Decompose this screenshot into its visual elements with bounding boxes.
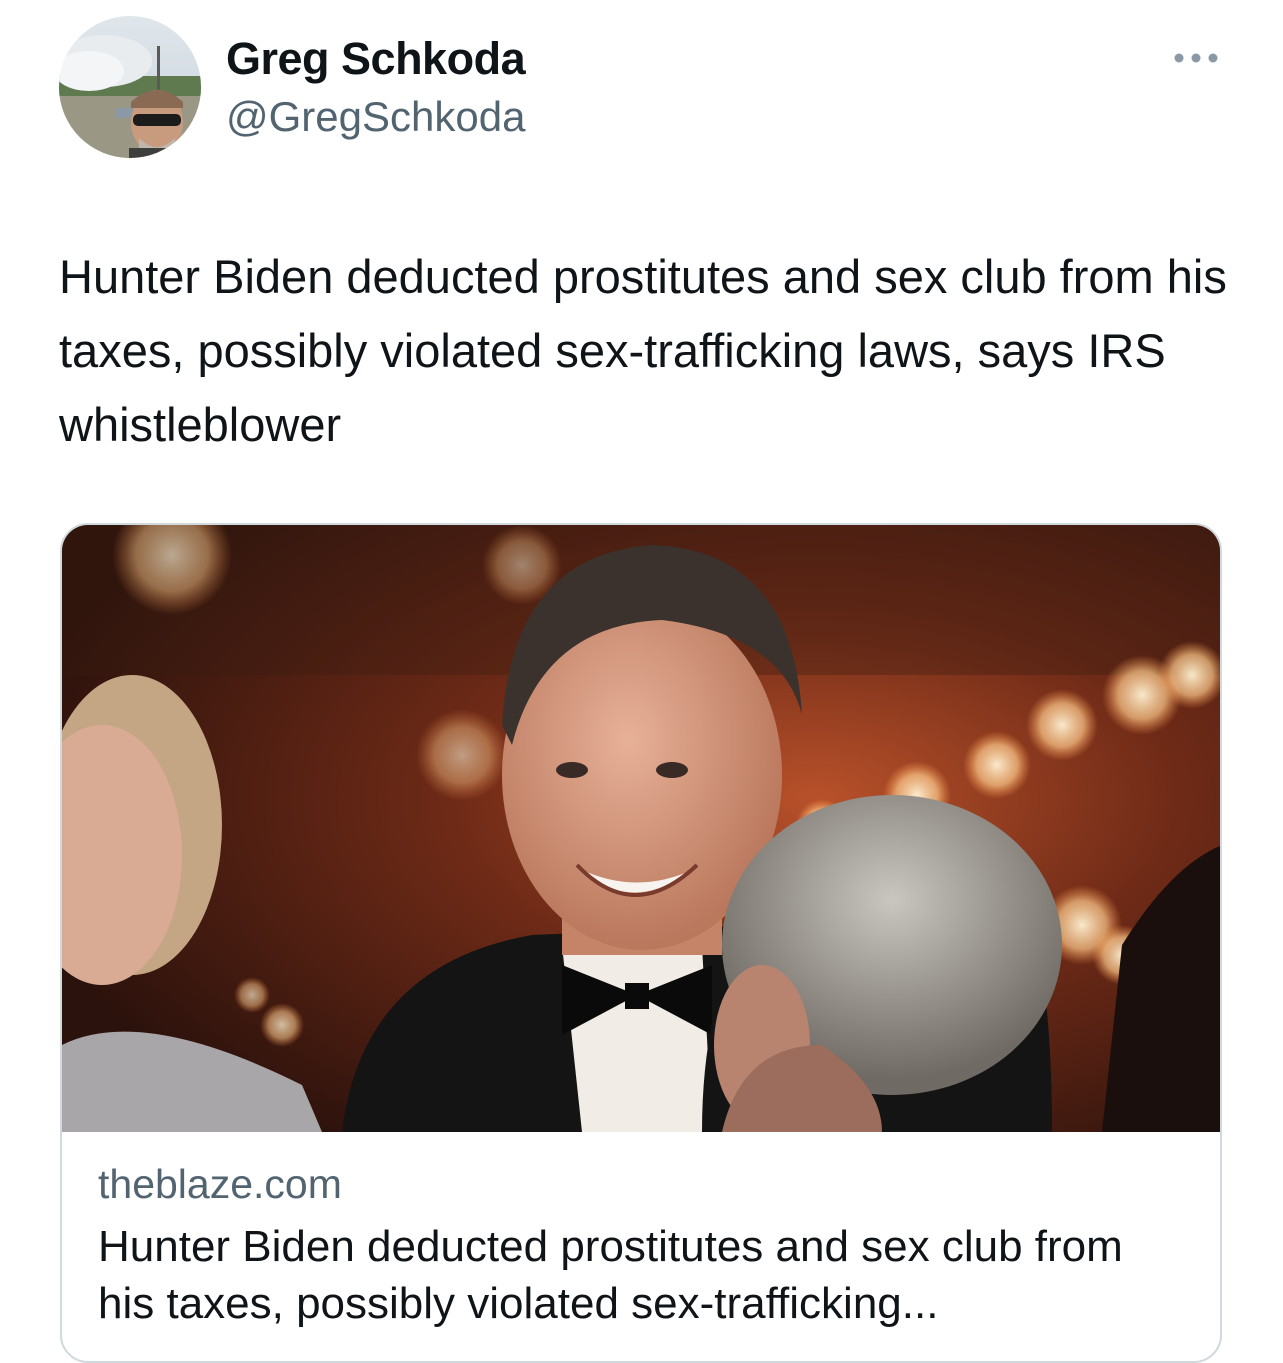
tweet-container: Greg Schkoda @GregSchkoda Hunter Biden d… (0, 0, 1283, 1363)
tweet-text: Hunter Biden deducted prostitutes and se… (59, 250, 1227, 451)
author-display-name[interactable]: Greg Schkoda (226, 33, 526, 85)
author-handle[interactable]: @GregSchkoda (226, 93, 525, 141)
more-options-button[interactable] (1168, 40, 1224, 76)
author-avatar[interactable] (59, 16, 201, 158)
more-dots-icon (1174, 53, 1218, 63)
profile-avatar-icon (59, 16, 201, 158)
card-domain: theblaze.com (98, 1161, 342, 1207)
article-photo (62, 525, 1220, 1132)
card-title: Hunter Biden deducted prostitutes and se… (98, 1222, 1123, 1328)
link-preview-card[interactable]: theblaze.com Hunter Biden deducted prost… (60, 523, 1222, 1363)
card-image (62, 525, 1220, 1132)
